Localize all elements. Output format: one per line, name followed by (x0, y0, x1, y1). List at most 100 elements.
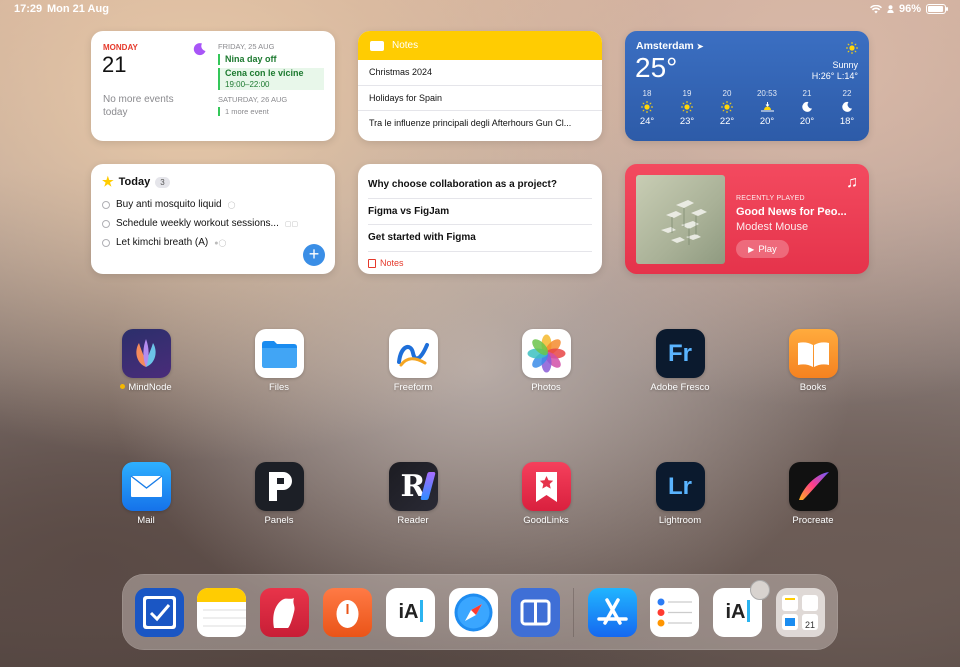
note-item[interactable]: Why choose collaboration as a project? (368, 172, 592, 199)
app-panels[interactable]: Panels (234, 462, 324, 526)
folder-icon (254, 329, 304, 378)
app-procreate[interactable]: Procreate (768, 462, 858, 526)
dock-app-bear[interactable] (260, 588, 309, 637)
forecast-time: 21 (802, 89, 812, 98)
dock-app-craft[interactable] (323, 588, 372, 637)
app-mindnode[interactable]: MindNode (101, 329, 191, 393)
note-item[interactable]: Figma vs FigJam (368, 199, 592, 225)
forecast-hour: 20 22° (711, 89, 743, 127)
dock-app-notes[interactable] (197, 588, 246, 637)
dock-app-split-view[interactable] (511, 588, 560, 637)
reminders-count: 3 (155, 176, 170, 188)
app-goodlinks[interactable]: GoodLinks (501, 462, 591, 526)
dock-app-app-store[interactable] (588, 588, 637, 637)
reminders-icon (657, 598, 692, 627)
app-mail[interactable]: Mail (101, 462, 191, 526)
checkbox[interactable] (102, 219, 110, 228)
weather-hilo: H:26° L:14° (811, 71, 858, 81)
dock-app-omnifocus[interactable] (135, 588, 184, 637)
reader-icon: R (388, 462, 438, 511)
procreate-icon (788, 462, 838, 511)
forecast-hour: 20:53 20° (751, 89, 783, 127)
attachment-icon: ▢▢ (284, 220, 299, 228)
event-title: Cena con le vicine (225, 68, 304, 78)
app-label: Mail (137, 515, 155, 526)
app-label: Files (268, 382, 290, 393)
weather-condition: Sunny (832, 60, 858, 70)
note-item[interactable]: Get started with Figma (368, 225, 592, 252)
calendar-event[interactable]: Cena con le vicine 19:00–22:00 (218, 68, 324, 90)
album-art[interactable] (636, 175, 725, 264)
app-label: Panels (264, 515, 294, 526)
book-icon (788, 329, 838, 378)
sunset-icon (751, 98, 783, 116)
weather-widget[interactable]: Amsterdam ➤ 25° Sunny H:26° L:14° 18 24° 1… (625, 31, 869, 141)
forecast-temp: 22° (719, 116, 735, 127)
dock-app-safari[interactable] (449, 588, 498, 637)
app-store-icon (597, 598, 628, 625)
dock-app-reminders[interactable] (650, 588, 699, 637)
moon-icon (193, 43, 206, 56)
app-library-icon: 21 (782, 595, 818, 630)
calendar-upcoming: FRIDAY, 25 AUG Nina day off Cena con le … (218, 42, 324, 116)
note-item[interactable]: Christmas 2024 (358, 60, 602, 86)
music-widget[interactable]: ♫ RECENTLY PLAYED Good News for Peo... M… (625, 164, 869, 274)
app-freeform[interactable]: Freeform (368, 329, 458, 393)
app-photos[interactable]: Photos (501, 329, 591, 393)
app-lightroom[interactable]: Lr Lightroom (635, 462, 725, 526)
event-time: 19:00–22:00 (225, 80, 270, 89)
app-reader[interactable]: R Reader (368, 462, 458, 526)
app-books[interactable]: Books (768, 329, 858, 393)
panels-icon (254, 462, 304, 511)
split-view-icon (520, 599, 551, 626)
app-adobe-fresco[interactable]: Fr Adobe Fresco (635, 329, 725, 393)
reminders-title: ★ Today 3 (102, 174, 170, 190)
weather-forecast: 18 24° 19 23° 20 22° 20:53 20° 21 20° 22 18° (631, 89, 863, 127)
battery-percent: 96% (898, 3, 921, 15)
notes-widget[interactable]: Notes Christmas 2024 Holidays for Spain … (358, 31, 602, 141)
notes-list-widget[interactable]: Why choose collaboration as a project? F… (358, 164, 602, 274)
dock-app-library[interactable]: 21 (776, 588, 825, 637)
forecast-temp: 20° (799, 116, 815, 127)
location-arrow-icon: ➤ (696, 42, 704, 51)
note-item[interactable]: Holidays for Spain (358, 86, 602, 111)
freeform-icon (388, 329, 438, 378)
mail-icon (121, 462, 171, 511)
bookmark-icon (521, 462, 571, 511)
forecast-temp: 20° (759, 116, 775, 127)
app-files[interactable]: Files (234, 329, 324, 393)
mouse-icon (336, 600, 359, 628)
music-note-icon: ♫ (846, 174, 858, 191)
checkbox[interactable] (102, 238, 110, 247)
sun-icon (671, 98, 703, 116)
dock-app-ia-writer-recent[interactable]: iA (713, 580, 770, 637)
app-label: GoodLinks (523, 515, 569, 526)
sun-icon (711, 98, 743, 116)
app-label: MindNode (101, 382, 191, 393)
app-label: Lightroom (658, 515, 702, 526)
add-reminder-button[interactable]: + (303, 244, 325, 266)
forecast-time: 22 (842, 89, 852, 98)
notes-app-icon (368, 258, 376, 268)
dock-app-ia-writer[interactable]: iA (386, 588, 435, 637)
reminder-item[interactable]: Schedule weekly workout sessions... ▢▢ (102, 214, 324, 233)
reminders-widget[interactable]: ★ Today 3 Buy anti mosquito liquid ◯ Sche… (91, 164, 335, 274)
weather-temp: 25° (635, 52, 678, 83)
forecast-temp: 18° (839, 116, 855, 127)
calendar-event[interactable]: Nina day off (218, 54, 324, 65)
calendar-day-name: MONDAY (103, 43, 138, 52)
checkbox[interactable] (102, 200, 110, 209)
ia-writer-icon: iA (725, 601, 746, 623)
status-date: Mon 21 Aug (47, 3, 109, 15)
note-item[interactable]: Tra le influenze principali degli Afterh… (358, 111, 602, 137)
dock-separator (573, 588, 574, 637)
reminder-item[interactable]: Buy anti mosquito liquid ◯ (102, 195, 324, 214)
forecast-temp: 24° (639, 116, 655, 127)
battery-icon (926, 4, 948, 14)
app-label: Procreate (792, 515, 834, 526)
calendar-widget[interactable]: MONDAY 21 No more events today FRIDAY, 2… (91, 31, 335, 141)
svg-text:21: 21 (805, 620, 815, 630)
play-button[interactable]: ▶ Play (736, 240, 789, 258)
reminder-item[interactable]: Let kimchi breath (A) ●◯ (102, 233, 324, 252)
photos-icon (521, 329, 571, 378)
